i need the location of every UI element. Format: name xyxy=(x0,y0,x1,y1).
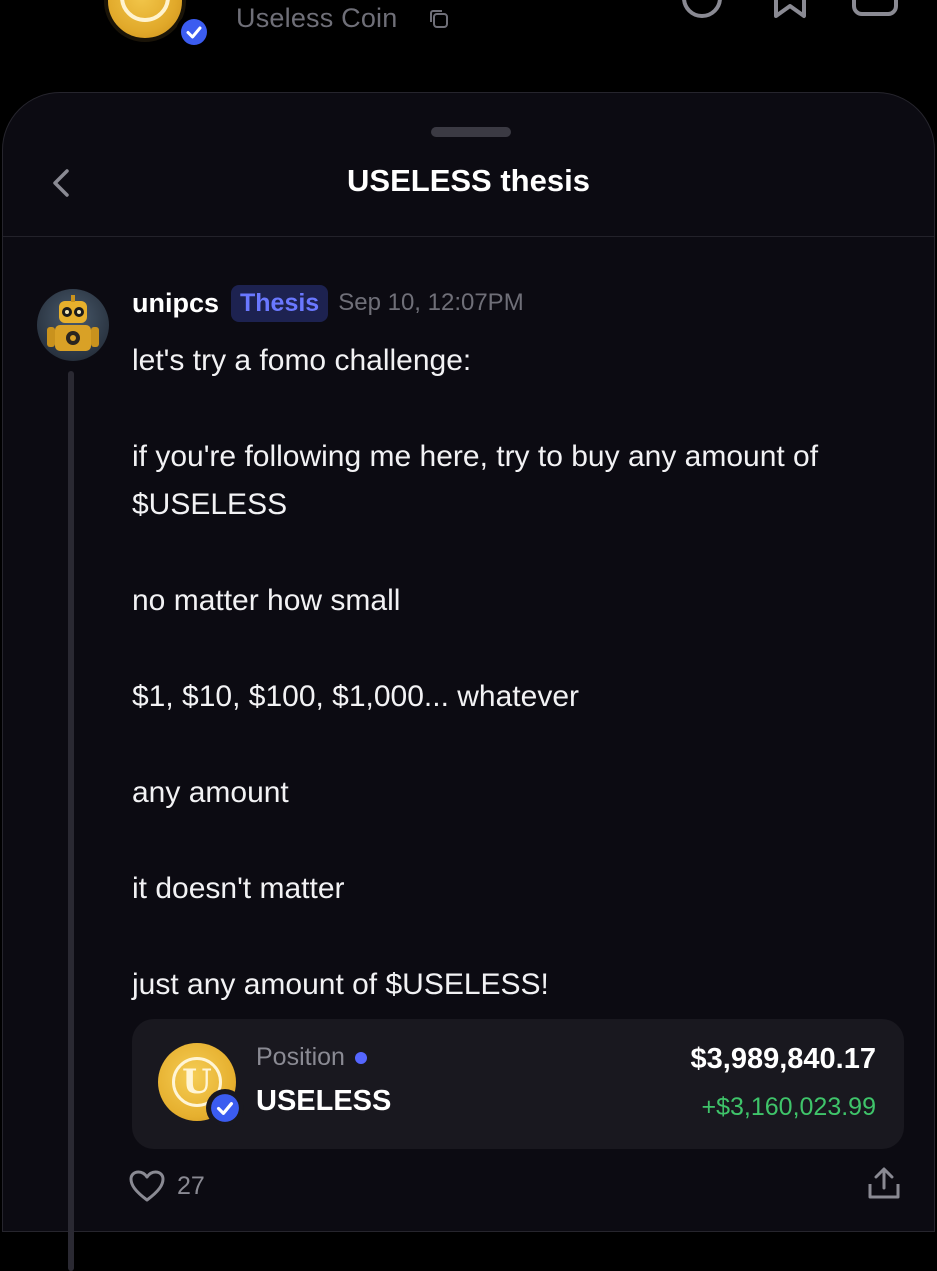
post-paragraph: it doesn't matter xyxy=(132,872,345,905)
status-dot-icon xyxy=(354,1051,367,1064)
post-body: let's try a fomo challenge: if you're fo… xyxy=(132,337,912,1057)
post-paragraph: $1, $10, $100, $1,000... whatever xyxy=(132,680,579,713)
bookmark-icon[interactable] xyxy=(770,0,810,20)
like-count: 27 xyxy=(177,1171,205,1200)
post-paragraph: let's try a fomo challenge: xyxy=(132,344,472,377)
verified-badge-icon xyxy=(176,14,212,50)
coin-header: Useless Coin xyxy=(0,0,937,92)
verified-badge-icon xyxy=(206,1089,244,1127)
robot-avatar-image xyxy=(47,295,99,351)
heart-icon xyxy=(129,1170,165,1202)
thesis-tag: Thesis xyxy=(231,284,329,322)
copy-icon[interactable] xyxy=(428,8,450,30)
position-gain: +$3,160,023.99 xyxy=(701,1093,876,1121)
share-icon[interactable] xyxy=(864,1166,904,1200)
post-paragraph: any amount xyxy=(132,776,289,809)
coin-avatar[interactable] xyxy=(104,0,186,42)
post-meta: unipcs Thesis Sep 10, 12:07PM xyxy=(132,281,524,325)
more-icon[interactable] xyxy=(852,0,898,16)
sheet-title: USELESS thesis xyxy=(347,163,590,198)
position-label-text: Position xyxy=(256,1043,345,1071)
post-paragraph: just any amount of $USELESS! xyxy=(132,968,549,1001)
sheet-grabber[interactable] xyxy=(431,127,511,137)
position-value: $3,989,840.17 xyxy=(690,1043,876,1075)
position-token: USELESS xyxy=(256,1085,392,1117)
position-label: Position xyxy=(256,1043,367,1072)
divider xyxy=(3,236,934,237)
thread-line xyxy=(68,371,74,1271)
like-button[interactable]: 27 xyxy=(129,1170,205,1202)
post-timestamp: Sep 10, 12:07PM xyxy=(338,289,524,316)
coin-name: Useless Coin xyxy=(236,3,398,33)
post-username[interactable]: unipcs xyxy=(132,288,219,319)
post-paragraph: no matter how small xyxy=(132,584,401,617)
search-icon[interactable] xyxy=(680,0,724,20)
post-paragraph: if you're following me here, try to buy … xyxy=(132,440,819,521)
user-avatar[interactable] xyxy=(37,289,109,361)
position-card[interactable]: U Position USELESS $3,989,840.17 +$3,160… xyxy=(132,1019,904,1149)
thesis-sheet: USELESS thesis unipcs Thesis Sep 10, 12:… xyxy=(2,92,935,1271)
